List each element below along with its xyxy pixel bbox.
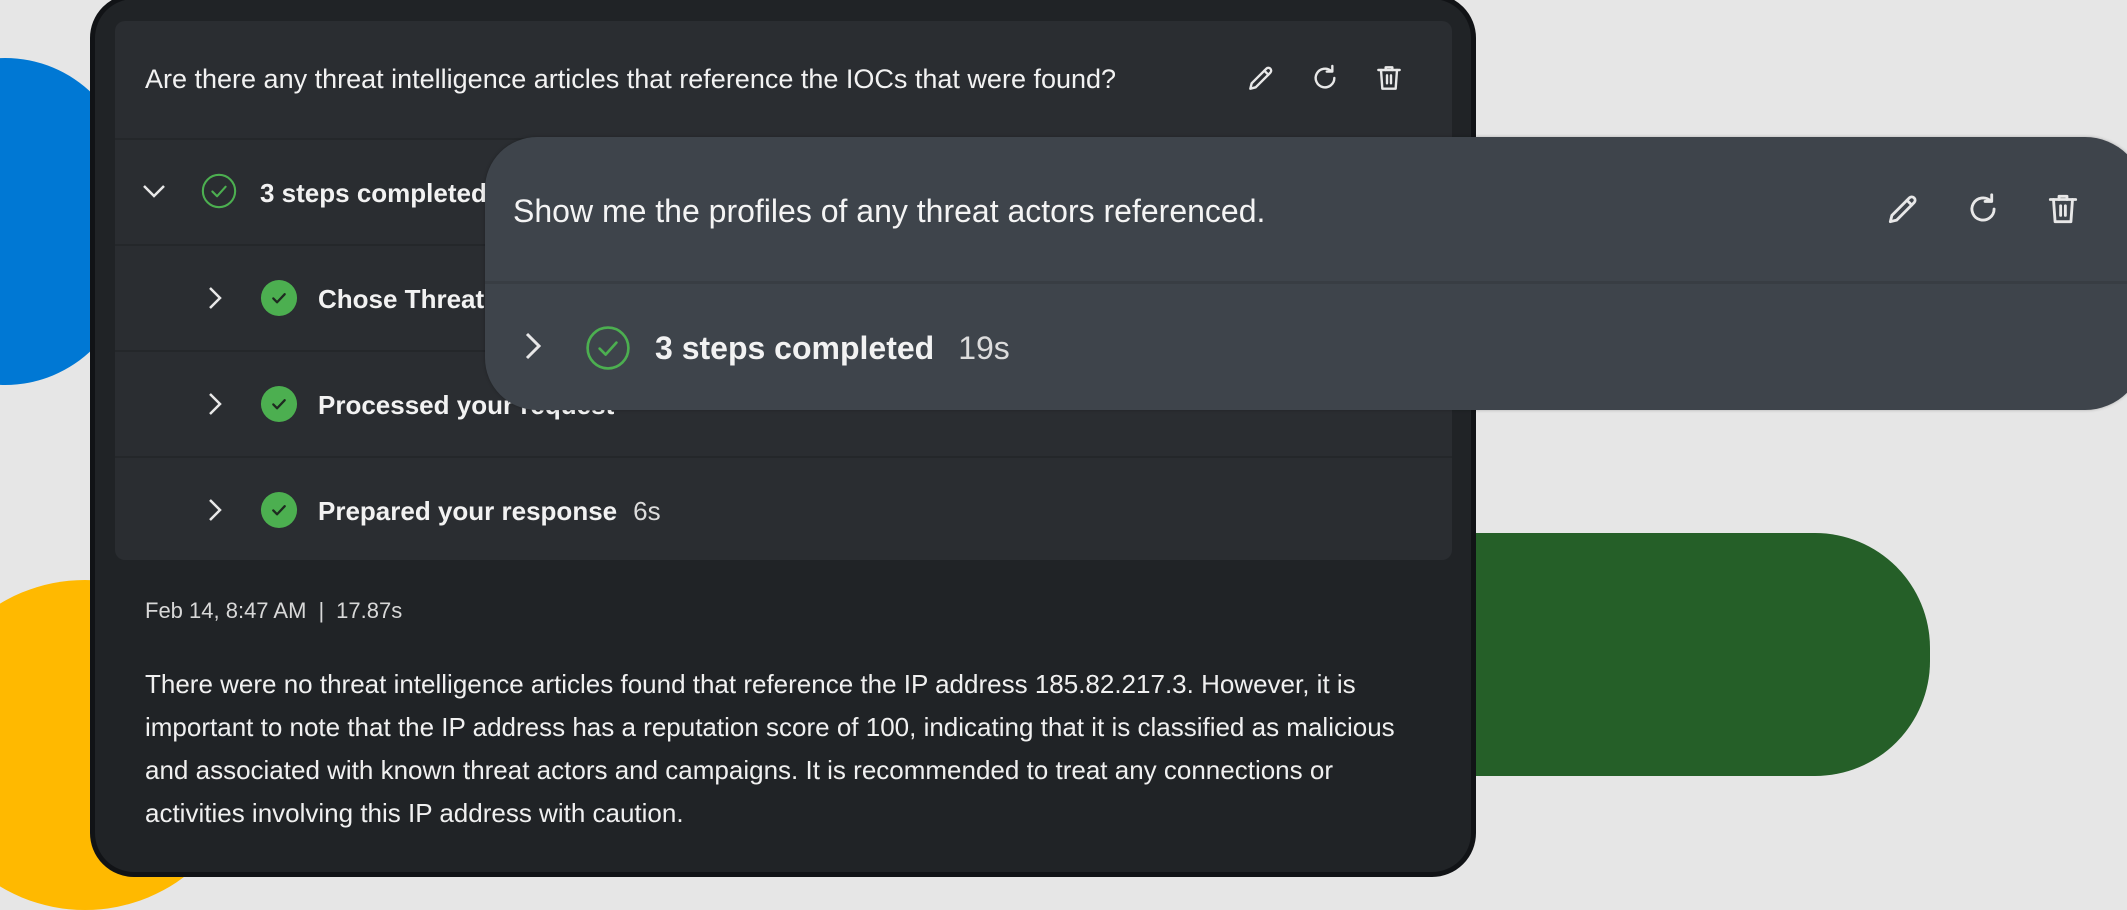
followup-prompt-row: Show me the profiles of any threat actor… bbox=[485, 137, 2127, 284]
meta-separator: | bbox=[318, 598, 325, 623]
step-title: Prepared your response bbox=[318, 496, 618, 526]
trash-icon bbox=[2048, 194, 2078, 224]
delete-button[interactable] bbox=[2043, 189, 2083, 229]
chevron-down-icon[interactable] bbox=[139, 176, 169, 206]
prompt-actions bbox=[1244, 61, 1406, 95]
chevron-right-icon[interactable] bbox=[515, 328, 551, 364]
decorative-green-shape bbox=[1400, 533, 1930, 776]
steps-summary-label: 3 steps completed bbox=[260, 178, 487, 208]
step-label: Prepared your response 6s bbox=[318, 496, 661, 527]
followup-prompt-card: Show me the profiles of any threat actor… bbox=[485, 137, 2127, 410]
step-row[interactable]: Prepared your response 6s bbox=[115, 458, 1452, 560]
steps-summary-label: 3 steps completed bbox=[655, 330, 935, 366]
check-circle-outline-icon bbox=[201, 173, 237, 209]
chevron-right-icon[interactable] bbox=[200, 495, 230, 525]
followup-prompt-actions bbox=[1883, 189, 2083, 229]
followup-steps-summary: 3 steps completed 19s bbox=[655, 330, 1010, 367]
step-title: Chose Threat bbox=[318, 284, 485, 314]
edit-button[interactable] bbox=[1883, 189, 1923, 229]
followup-prompt-text: Show me the profiles of any threat actor… bbox=[513, 193, 1266, 229]
retry-button[interactable] bbox=[1308, 61, 1342, 95]
prompt-row: Are there any threat intelligence articl… bbox=[115, 21, 1452, 140]
refresh-icon bbox=[1970, 193, 1996, 222]
delete-button[interactable] bbox=[1372, 61, 1406, 95]
prompt-text: Are there any threat intelligence articl… bbox=[145, 64, 1117, 94]
steps-summary-time: 19s bbox=[958, 330, 1010, 366]
refresh-icon bbox=[1314, 64, 1336, 89]
pencil-icon bbox=[1249, 66, 1273, 90]
check-circle-filled-icon bbox=[260, 385, 298, 423]
check-circle-outline-icon bbox=[586, 326, 630, 370]
edit-button[interactable] bbox=[1244, 61, 1278, 95]
chevron-right-icon[interactable] bbox=[200, 283, 230, 313]
pencil-icon bbox=[1888, 195, 1917, 224]
response-date: Feb 14, 8:47 AM bbox=[145, 598, 307, 623]
response-meta: Feb 14, 8:47 AM | 17.87s bbox=[145, 598, 402, 624]
chevron-right-icon[interactable] bbox=[200, 389, 230, 419]
step-label: Chose Threat bbox=[318, 284, 500, 315]
check-circle-filled-icon bbox=[260, 279, 298, 317]
response-duration: 17.87s bbox=[336, 598, 403, 623]
followup-steps-summary-row[interactable]: 3 steps completed 19s bbox=[485, 284, 2127, 410]
step-time: 6s bbox=[633, 496, 661, 526]
trash-icon bbox=[1377, 66, 1401, 90]
retry-button[interactable] bbox=[1963, 189, 2003, 229]
response-text: There were no threat intelligence articl… bbox=[145, 669, 1395, 828]
check-circle-filled-icon bbox=[260, 491, 298, 529]
